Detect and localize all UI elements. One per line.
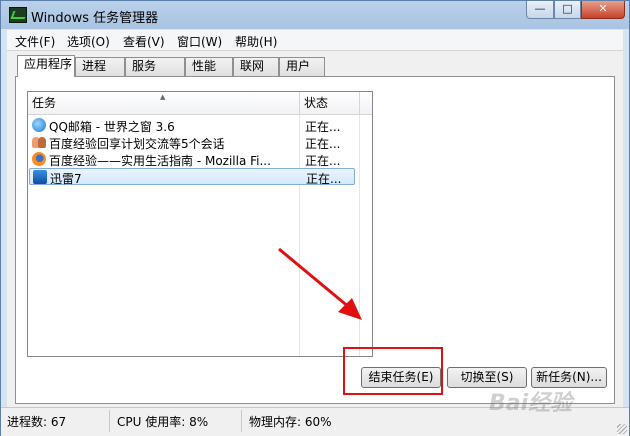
task-manager-app-icon [9,7,27,23]
table-row[interactable]: QQ邮箱 - 世界之窗 3.6 正在... [29,117,355,134]
tab-performance[interactable]: 性能 [185,57,233,76]
sort-ascending-icon: ▲ [160,93,166,101]
resize-grip-icon[interactable] [617,424,627,434]
task-name: QQ邮箱 - 世界之窗 3.6 [49,120,175,134]
task-name: 迅雷7 [50,172,82,186]
qq-chat-icon [32,135,46,149]
task-name: 百度经验——实用生活指南 - Mozilla Fi... [49,154,271,168]
red-highlight-box [343,347,443,395]
baidu-watermark: Bai经验 [489,391,573,416]
status-separator [109,410,110,432]
status-process-count: 进程数: 67 [7,415,67,429]
menu-bar: 文件(F) 选项(O) 查看(V) 窗口(W) 帮助(H) [7,30,623,51]
column-header-filler [360,92,372,115]
menu-file[interactable]: 文件(F) [15,33,55,50]
tab-processes[interactable]: 进程 [75,57,125,76]
tab-users[interactable]: 用户 [279,57,325,76]
close-button[interactable]: ✕ [581,1,625,19]
qq-browser-icon [32,118,46,132]
table-row-selected[interactable]: 迅雷7 正在... [29,168,355,186]
task-name: 百度经验回享计划交流等5个会话 [49,137,225,151]
column-header-status[interactable]: 状态 [300,92,360,115]
menu-window[interactable]: 窗口(W) [177,33,222,50]
task-status: 正在... [305,154,341,168]
status-cpu-usage: CPU 使用率: 8% [117,415,209,429]
menu-options[interactable]: 选项(O) [67,33,110,50]
task-status: 正在... [305,120,341,134]
tab-networking[interactable]: 联网 [233,57,279,76]
minimize-button[interactable]: — [526,1,554,19]
status-separator [241,410,242,432]
maximize-button[interactable]: □ [554,1,581,19]
thunder-icon [33,170,47,184]
status-memory-usage: 物理内存: 60% [249,415,332,429]
table-row[interactable]: 百度经验——实用生活指南 - Mozilla Fi... 正在... [29,151,355,168]
tab-applications[interactable]: 应用程序 [17,55,75,77]
menu-view[interactable]: 查看(V) [123,33,165,50]
title-bar[interactable]: Windows 任务管理器 — □ ✕ [1,1,629,29]
menu-help[interactable]: 帮助(H) [235,33,277,50]
firefox-icon [32,152,46,166]
window-title: Windows 任务管理器 [31,11,159,26]
task-status: 正在... [305,137,341,151]
tab-services[interactable]: 服务 [125,57,185,76]
task-status: 正在... [306,172,342,186]
red-annotation-arrow-icon [278,247,362,320]
main-content: 应用程序 进程 服务 性能 联网 用户 任务 ▲ 状态 QQ邮箱 - 世界之窗 … [7,51,623,407]
task-manager-window: Windows 任务管理器 — □ ✕ 文件(F) 选项(O) 查看(V) 窗口… [0,0,630,436]
table-row[interactable]: 百度经验回享计划交流等5个会话 正在... [29,134,355,151]
